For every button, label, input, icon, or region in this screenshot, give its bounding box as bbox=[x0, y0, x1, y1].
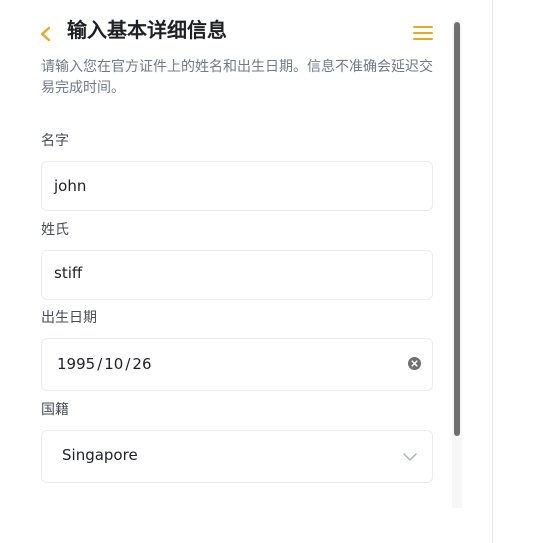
last-name-field[interactable]: stiff bbox=[41, 250, 433, 300]
date-separator: / bbox=[97, 355, 103, 373]
birth-day[interactable]: 26 bbox=[132, 355, 151, 373]
scrollbar-thumb[interactable] bbox=[454, 22, 460, 436]
birth-date-value[interactable]: 1995/10/26 bbox=[57, 354, 152, 374]
clear-circle-icon[interactable] bbox=[408, 357, 421, 370]
birth-month[interactable]: 10 bbox=[104, 355, 123, 373]
date-separator: / bbox=[125, 355, 131, 373]
nationality-label: 国籍 bbox=[41, 402, 69, 418]
last-name-label: 姓氏 bbox=[41, 222, 69, 238]
nationality-select[interactable]: Singapore bbox=[41, 430, 433, 483]
birth-date-field[interactable]: 1995/10/26 bbox=[41, 338, 433, 391]
last-name-value[interactable]: stiff bbox=[54, 263, 82, 283]
first-name-value[interactable]: john bbox=[54, 176, 86, 196]
first-name-label: 名字 bbox=[41, 133, 69, 149]
birth-year[interactable]: 1995 bbox=[57, 355, 95, 373]
panel-divider bbox=[492, 0, 493, 543]
page-title: 输入基本详细信息 bbox=[67, 18, 227, 42]
chevron-down-icon[interactable] bbox=[403, 450, 417, 464]
chevron-left-icon[interactable] bbox=[37, 24, 55, 44]
birth-date-label: 出生日期 bbox=[41, 310, 97, 326]
hamburger-menu-icon[interactable] bbox=[412, 23, 434, 43]
page-subtitle: 请输入您在官方证件上的姓名和出生日期。信息不准确会延迟交易完成时间。 bbox=[41, 59, 433, 96]
basic-info-page: 输入基本详细信息 请输入您在官方证件上的姓名和出生日期。信息不准确会延迟交易完成… bbox=[0, 0, 553, 543]
nationality-value[interactable]: Singapore bbox=[62, 445, 138, 465]
first-name-field[interactable]: john bbox=[41, 161, 433, 211]
